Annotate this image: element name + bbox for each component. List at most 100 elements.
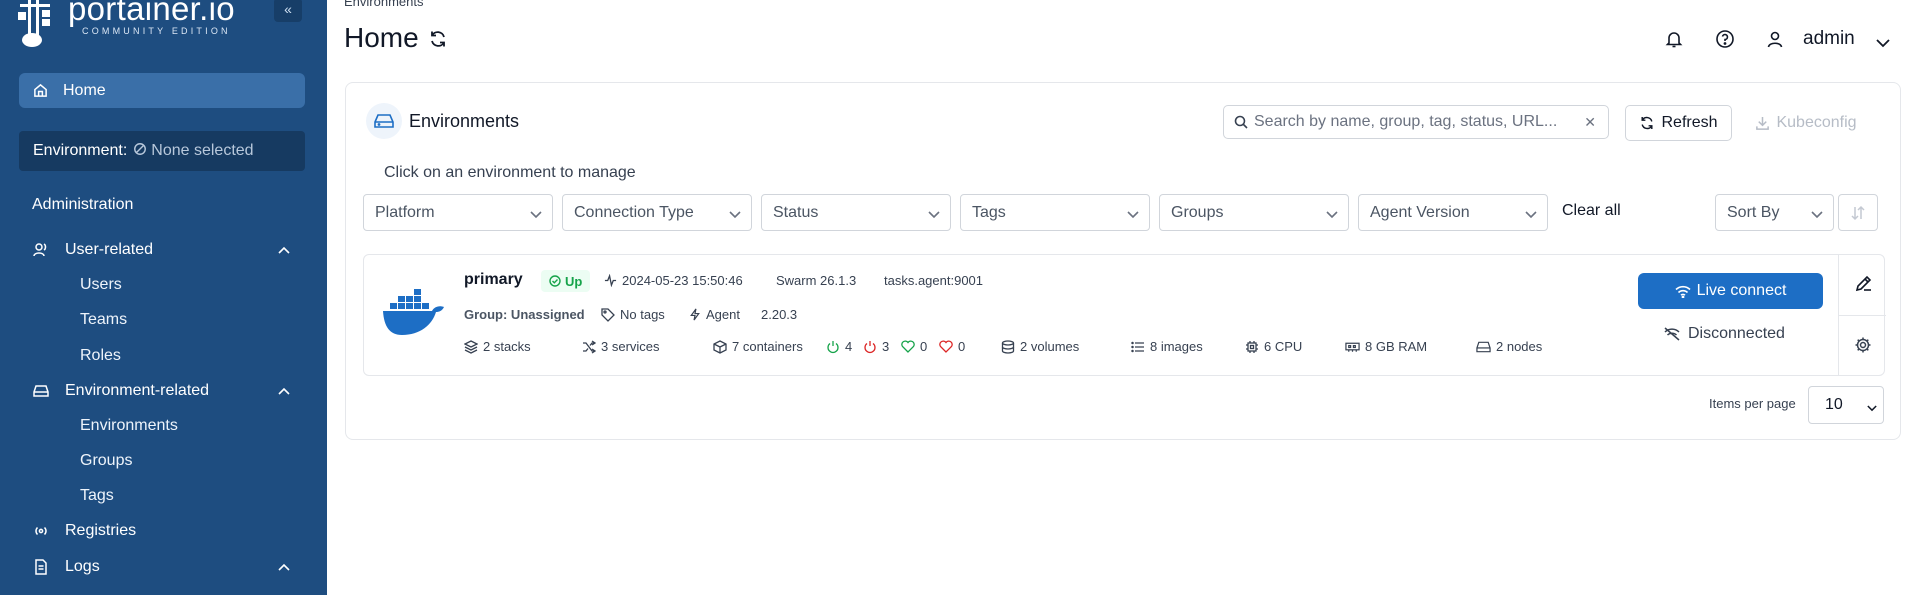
- database-icon: [1001, 339, 1015, 354]
- breadcrumb[interactable]: Environments: [344, 0, 423, 9]
- search-input[interactable]: Search by name, group, tag, status, URL.…: [1223, 105, 1609, 139]
- unhealthy-count: 0: [939, 339, 965, 354]
- environment-url: tasks.agent:9001: [884, 273, 984, 288]
- running-value: 4: [845, 339, 853, 354]
- tags-value: No tags: [620, 307, 665, 322]
- kubeconfig-label: Kubeconfig: [1776, 114, 1857, 131]
- status-label: Up: [565, 273, 583, 289]
- settings-gear-icon[interactable]: [1854, 336, 1872, 359]
- groups-filter[interactable]: Groups: [1159, 194, 1349, 231]
- cpu-count: 6 CPU: [1245, 339, 1302, 354]
- sidebar-item-teams[interactable]: Teams: [80, 311, 127, 329]
- heart-unhealthy-icon: [939, 340, 953, 353]
- environment-item[interactable]: primary Up 2024-05-23 15:50:46 Swarm 26.…: [363, 254, 1886, 376]
- sidebar-item-tags[interactable]: Tags: [80, 487, 114, 505]
- agent-version: 2.20.3: [761, 307, 798, 322]
- running-count: 4: [826, 339, 852, 354]
- chevron-up-icon[interactable]: [278, 560, 290, 574]
- sidebar-item-user-related[interactable]: User-related: [32, 241, 302, 259]
- chevron-up-icon[interactable]: [278, 243, 290, 257]
- volumes-value: 2 volumes: [1020, 339, 1080, 354]
- sort-order-button[interactable]: [1838, 194, 1878, 231]
- sidebar-item-label: Home: [63, 81, 106, 99]
- sidebar-item-registries[interactable]: Registries: [32, 522, 302, 540]
- sidebar-item-label: Registries: [65, 522, 137, 539]
- sidebar-item-label: Environment-related: [65, 382, 210, 399]
- disconnected-label: Disconnected: [1688, 325, 1785, 342]
- stacks-count: 2 stacks: [464, 339, 531, 354]
- search-icon: [1234, 115, 1248, 129]
- items-per-page-value: 10: [1825, 396, 1843, 413]
- hard-drive-icon: [1476, 341, 1491, 352]
- forbidden-icon: [133, 142, 147, 161]
- environment-selector[interactable]: Environment: None selected: [19, 131, 305, 171]
- chevron-down-icon[interactable]: [1876, 35, 1890, 53]
- list-icon: [1131, 341, 1144, 352]
- clear-all-button[interactable]: Clear all: [1562, 202, 1621, 220]
- items-per-page-select[interactable]: 10: [1808, 386, 1884, 424]
- nodes-value: 2 nodes: [1496, 339, 1543, 354]
- refresh-icon[interactable]: [428, 29, 448, 54]
- hint-text: Click on an environment to manage: [384, 164, 636, 181]
- platform-filter[interactable]: Platform: [363, 194, 553, 231]
- refresh-button[interactable]: Refresh: [1625, 105, 1732, 141]
- chevron-up-icon[interactable]: [278, 384, 290, 398]
- environment-actions: [1838, 255, 1886, 375]
- edit-icon[interactable]: [1854, 273, 1874, 298]
- notifications-bell-icon[interactable]: [1664, 29, 1684, 54]
- agent-version-filter-label: Agent Version: [1370, 203, 1470, 221]
- panel-title: Environments: [409, 111, 520, 131]
- chevron-down-icon: [1326, 206, 1338, 224]
- sidebar-item-groups[interactable]: Groups: [80, 452, 132, 470]
- connection-type-filter[interactable]: Connection Type: [562, 194, 752, 231]
- clear-search-icon[interactable]: ✕: [1584, 114, 1596, 131]
- sidebar-item-users[interactable]: Users: [80, 276, 122, 294]
- portainer-logo[interactable]: portainer.io COMMUNITY EDITION: [18, 0, 235, 47]
- agent-version-filter[interactable]: Agent Version: [1358, 194, 1548, 231]
- sidebar-item-environment-related[interactable]: Environment-related: [32, 382, 302, 400]
- tag-icon: [601, 307, 615, 322]
- sidebar-item-logs[interactable]: Logs: [32, 558, 302, 576]
- sidebar-item-home[interactable]: Home: [19, 73, 305, 108]
- timestamp-value: 2024-05-23 15:50:46: [622, 273, 743, 288]
- environment-label: Environment:: [33, 142, 128, 159]
- user-menu-label[interactable]: admin: [1803, 28, 1855, 50]
- groups-filter-label: Groups: [1171, 203, 1224, 221]
- download-icon: [1755, 116, 1770, 131]
- sidebar-item-environments[interactable]: Environments: [80, 417, 178, 435]
- home-icon: [31, 83, 49, 98]
- live-connect-button[interactable]: Live connect: [1638, 273, 1823, 309]
- agent-value: Agent: [706, 307, 740, 322]
- user-icon[interactable]: [1765, 29, 1785, 54]
- cpu-value: 6 CPU: [1264, 339, 1303, 354]
- ram-value: 8 GB RAM: [1365, 339, 1428, 354]
- sidebar-item-roles[interactable]: Roles: [80, 347, 121, 365]
- stopped-value: 3: [882, 339, 890, 354]
- tags-filter-label: Tags: [972, 203, 1006, 221]
- wifi-icon: [1675, 285, 1691, 298]
- docker-icon: [382, 287, 448, 342]
- ram-count: 8 GB RAM: [1345, 339, 1427, 354]
- tags-filter[interactable]: Tags: [960, 194, 1150, 231]
- refresh-label: Refresh: [1661, 114, 1718, 131]
- tags-label: No tags: [601, 307, 665, 322]
- power-stopped-icon: [864, 340, 876, 353]
- sort-by-label: Sort By: [1727, 203, 1780, 221]
- sidebar-section-administration: Administration: [32, 196, 134, 213]
- layers-icon: [464, 339, 478, 354]
- sort-arrows-icon: [1850, 205, 1866, 221]
- cpu-icon: [1246, 340, 1258, 353]
- chevron-down-icon: [1811, 206, 1823, 224]
- swarm-version: Swarm 26.1.3: [776, 273, 857, 288]
- kubeconfig-button[interactable]: Kubeconfig: [1746, 105, 1866, 141]
- shuffle-icon: [583, 339, 596, 354]
- services-value: 3 services: [601, 339, 660, 354]
- collapse-sidebar-button[interactable]: «: [274, 0, 302, 22]
- sort-by-select[interactable]: Sort By: [1715, 194, 1834, 231]
- unhealthy-value: 0: [958, 339, 966, 354]
- environments-panel: Environments Search by name, group, tag,…: [345, 82, 1901, 440]
- zap-icon: [690, 308, 700, 321]
- help-icon[interactable]: [1715, 29, 1735, 54]
- status-filter[interactable]: Status: [761, 194, 951, 231]
- wifi-off-icon: [1664, 327, 1680, 341]
